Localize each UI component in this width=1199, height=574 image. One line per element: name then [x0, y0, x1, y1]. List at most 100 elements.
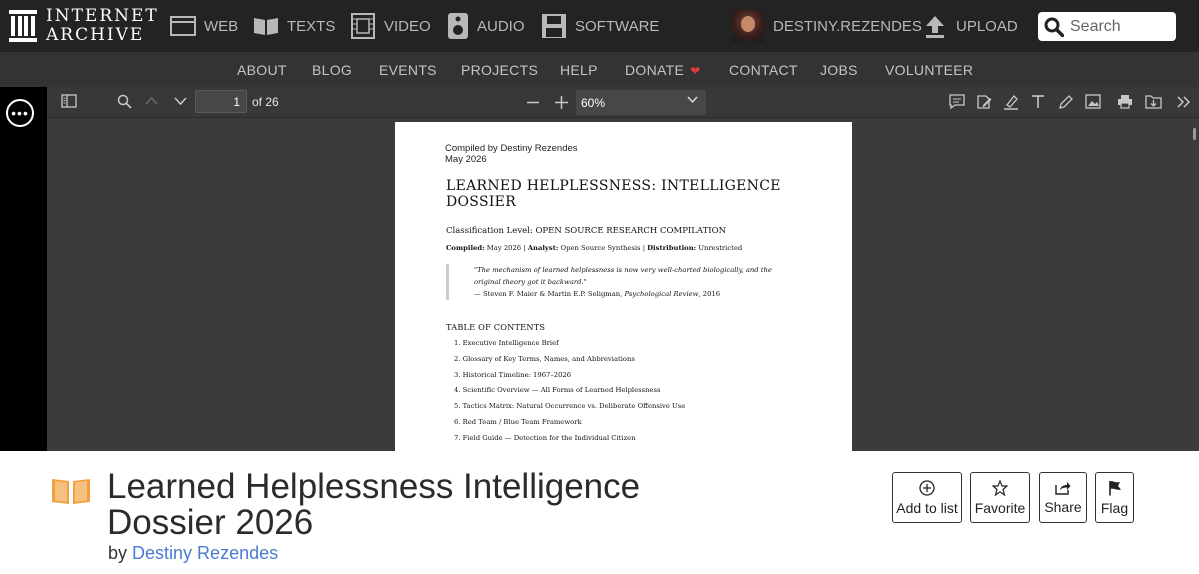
toc-item: 7. Field Guide — Detection for the Indiv… — [454, 433, 636, 442]
save-icon[interactable] — [1145, 94, 1162, 109]
doc-compiled-label: Compiled: — [446, 244, 485, 252]
share-button[interactable]: Share — [1039, 472, 1087, 523]
favorite-label: Favorite — [974, 499, 1026, 516]
heart-icon: ❤ — [690, 64, 701, 78]
nav-video-label: VIDEO — [384, 17, 431, 35]
top-navigation: INTERNET ARCHIVE WEB TEXTS VIDEO AUDIO S… — [0, 0, 1199, 52]
image-icon[interactable] — [1085, 94, 1101, 109]
subnav-volunteer[interactable]: VOLUNTEER — [885, 62, 973, 78]
toc-item: 6. Red Team / Blue Team Framework — [454, 417, 582, 426]
subnav-contact[interactable]: CONTACT — [729, 62, 798, 78]
author-link[interactable]: Destiny Rezendes — [132, 543, 278, 563]
logo-text-line2: ARCHIVE — [46, 25, 145, 45]
nav-audio[interactable]: AUDIO — [447, 12, 525, 40]
flag-icon — [1108, 480, 1121, 495]
nav-web[interactable]: WEB — [170, 12, 238, 40]
nav-software-label: SOFTWARE — [575, 17, 660, 35]
sidebar-toggle-icon[interactable] — [61, 94, 77, 108]
subnav-donate[interactable]: DONATE ❤ — [625, 62, 700, 78]
doc-epigraph: "The mechanism of learned helplessness i… — [446, 264, 796, 300]
doc-date: May 2026 — [445, 154, 487, 165]
web-icon — [170, 16, 196, 36]
search-box[interactable] — [1038, 12, 1176, 41]
zoom-out-icon[interactable] — [527, 101, 539, 104]
nav-software[interactable]: SOFTWARE — [541, 12, 659, 40]
zoom-select[interactable]: 60% — [576, 90, 706, 115]
upload-icon — [926, 16, 944, 38]
doc-quote-author: — Steven F. Maier & Martin E.P. Seligman… — [474, 290, 625, 298]
toc-item: 4. Scientific Overview — All Forms of Le… — [454, 386, 661, 395]
doc-distribution-label: Distribution: — [647, 244, 697, 252]
logo-text-line1: INTERNET — [46, 6, 159, 26]
highlight-icon[interactable] — [1003, 94, 1019, 110]
subnav-jobs[interactable]: JOBS — [820, 62, 858, 78]
by-label: by — [108, 543, 128, 563]
video-icon — [351, 13, 375, 39]
doc-distribution-value: Unrestricted — [696, 244, 743, 252]
item-title: Learned Helplessness Intelligence Dossie… — [107, 467, 641, 542]
secondary-navigation: ABOUT BLOG EVENTS PROJECTS HELP DONATE ❤ … — [0, 52, 1199, 87]
doc-analyst-value: Open Source Synthesis | — [558, 244, 648, 252]
username: DESTINY.REZENDES — [773, 17, 922, 35]
page-count-label: of 26 — [252, 95, 279, 109]
upload-button[interactable]: UPLOAD — [924, 14, 1018, 38]
user-menu[interactable]: DESTINY.REZENDES — [732, 10, 922, 42]
search-icon[interactable] — [1044, 17, 1064, 37]
chevron-down-icon — [687, 96, 698, 104]
subnav-projects[interactable]: PROJECTS — [461, 62, 538, 78]
subnav-events[interactable]: EVENTS — [379, 62, 437, 78]
toc-item: 3. Historical Timeline: 1967–2026 — [454, 370, 572, 379]
doc-toc-heading: TABLE OF CONTENTS — [446, 322, 546, 332]
reader-sidebar: ••• — [0, 87, 47, 451]
draw-icon[interactable] — [1058, 94, 1074, 110]
internet-archive-logo[interactable]: INTERNET ARCHIVE — [8, 8, 159, 44]
document-page: Compiled by Destiny Rezendes May 2026 LE… — [395, 122, 852, 451]
comment-icon[interactable] — [949, 94, 965, 109]
subnav-help[interactable]: HELP — [560, 62, 598, 78]
book-icon — [52, 479, 90, 504]
texts-icon — [254, 18, 278, 35]
doc-classification: Classification Level: OPEN SOURCE RESEAR… — [446, 226, 727, 236]
doc-toc-list: 1. Executive Intelligence Brief 2. Gloss… — [454, 339, 685, 450]
doc-compiled-line: Compiled: May 2026 | Analyst: Open Sourc… — [446, 244, 742, 252]
zoom-in-icon[interactable] — [555, 96, 568, 109]
nav-texts[interactable]: TEXTS — [253, 12, 335, 40]
double-chevron-right-icon[interactable] — [1177, 96, 1191, 108]
doc-quote-journal: Psychological Review — [624, 290, 699, 298]
search-icon[interactable] — [117, 94, 132, 109]
reader-toolbar: of 26 60% — [47, 87, 1199, 118]
pdf-reader: ••• of 26 60% Compiled by Destiny Rezend… — [0, 87, 1199, 451]
toc-item: 1. Executive Intelligence Brief — [454, 339, 559, 347]
scrollbar-thumb[interactable] — [1193, 128, 1196, 140]
byline: by Destiny Rezendes — [108, 543, 278, 564]
doc-compiled-value: May 2026 | — [484, 244, 528, 252]
flag-label: Flag — [1100, 499, 1129, 516]
add-to-list-button[interactable]: Add to list — [892, 472, 962, 523]
doc-analyst-label: Analyst: — [527, 244, 559, 252]
nav-web-label: WEB — [204, 17, 239, 35]
chevron-down-icon[interactable] — [174, 97, 187, 106]
star-icon — [992, 479, 1008, 496]
more-options-icon[interactable]: ••• — [6, 99, 34, 127]
chevron-up-icon[interactable] — [145, 96, 158, 105]
add-to-list-label: Add to list — [896, 499, 958, 516]
doc-quote-year: , 2016 — [698, 290, 721, 298]
subnav-blog[interactable]: BLOG — [312, 62, 352, 78]
doc-quote-attribution: — Steven F. Maier & Martin E.P. Seligman… — [474, 288, 796, 300]
edit-text-icon[interactable] — [976, 94, 992, 110]
print-icon[interactable] — [1117, 94, 1133, 109]
text-tool-icon[interactable] — [1031, 94, 1045, 109]
share-icon — [1055, 482, 1071, 495]
search-input[interactable] — [1070, 17, 1170, 36]
doc-compiled-by: Compiled by Destiny Rezendes — [445, 143, 578, 154]
doc-title: LEARNED HELPLESSNESS: INTELLIGENCE DOSSI… — [446, 178, 781, 210]
page-number-input[interactable] — [195, 90, 247, 113]
share-label: Share — [1044, 499, 1082, 515]
nav-video[interactable]: VIDEO — [350, 12, 431, 40]
subnav-about[interactable]: ABOUT — [237, 62, 287, 78]
subnav-donate-label: DONATE — [625, 62, 685, 78]
upload-label: UPLOAD — [956, 17, 1018, 35]
nav-texts-label: TEXTS — [287, 17, 336, 35]
flag-button[interactable]: Flag — [1095, 472, 1134, 523]
favorite-button[interactable]: Favorite — [970, 472, 1030, 523]
